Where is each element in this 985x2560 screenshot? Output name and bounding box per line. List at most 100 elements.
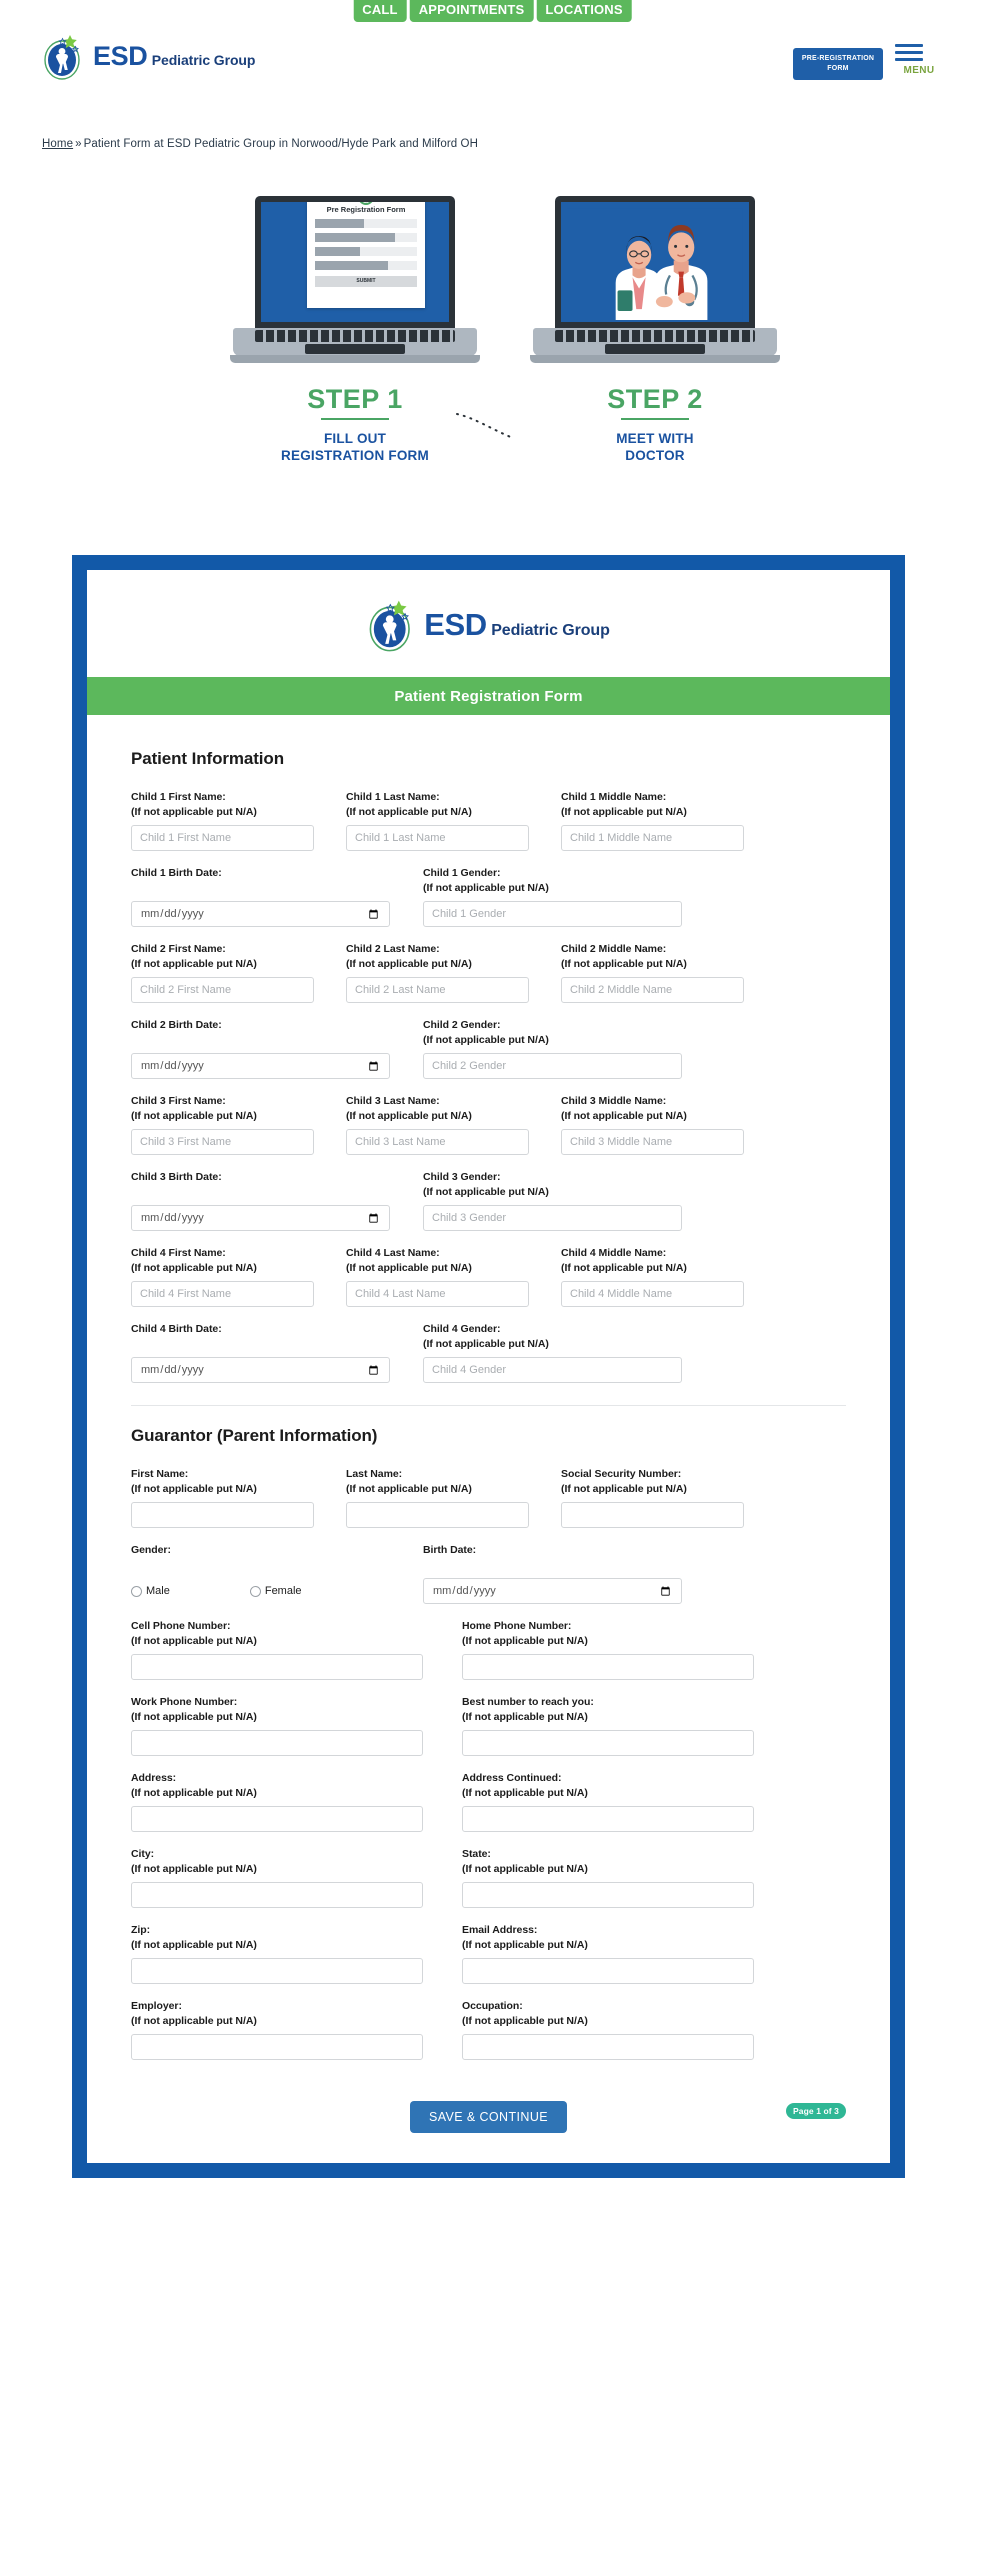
laptop-1-screen: Pre Registration Form SUBMIT: [261, 202, 449, 322]
guarantor-address-continued-label: Address Continued: (If not applicable pu…: [462, 1771, 754, 1800]
child-3-birth-date-input[interactable]: [131, 1205, 390, 1231]
label-text: Address Continued:: [462, 1772, 562, 1784]
site-logo[interactable]: ESD Pediatric Group: [42, 32, 255, 80]
form-brand-tagline: Pediatric Group: [491, 622, 610, 639]
guarantor-occupation-label: Occupation: (If not applicable put N/A): [462, 1999, 754, 2028]
child-1-middle-name-label: Child 1 Middle Name: (If not applicable …: [561, 790, 744, 819]
guarantor-best-number-label: Best number to reach you: (If not applic…: [462, 1695, 754, 1724]
form-card-field: [315, 219, 417, 228]
child-2-birth-date-input[interactable]: [131, 1053, 390, 1079]
label-hint: (If not applicable put N/A): [131, 957, 257, 970]
label-text: City:: [131, 1848, 155, 1860]
child-4-last-name-label: Child 4 Last Name: (If not applicable pu…: [346, 1246, 529, 1275]
label-text: Social Security Number:: [561, 1468, 682, 1480]
guarantor-state-input[interactable]: [462, 1882, 754, 1908]
label-hint: (If not applicable put N/A): [423, 1033, 549, 1046]
guarantor-ssn-input[interactable]: [561, 1502, 744, 1528]
child-2-middle-name-input[interactable]: [561, 977, 744, 1003]
label-hint: (If not applicable put N/A): [561, 805, 687, 818]
steps-illustration: Pre Registration Form SUBMIT STEP 1 FILL…: [0, 182, 985, 542]
guarantor-state-field: State: (If not applicable put N/A): [462, 1847, 754, 1908]
brand-name: ESD: [93, 40, 148, 71]
pre-registration-form-card: Pre Registration Form SUBMIT: [307, 202, 425, 308]
child-3-birth-date-field: Child 3 Birth Date:: [131, 1170, 390, 1231]
laptop-2-keyboard: [555, 330, 755, 342]
guarantor-employer-input[interactable]: [131, 2034, 423, 2060]
child-4-gender-input[interactable]: [423, 1357, 682, 1383]
child-2-first-name-input[interactable]: [131, 977, 314, 1003]
label-text: Child 1 Birth Date:: [131, 867, 222, 879]
site-header: CALL APPOINTMENTS LOCATIONS ESD Pediatri…: [0, 0, 985, 120]
guarantor-address-continued-input[interactable]: [462, 1806, 754, 1832]
child-1-birth-date-input[interactable]: [131, 901, 390, 927]
child-1-gender-input[interactable]: [423, 901, 682, 927]
label-hint: (If not applicable put N/A): [131, 1261, 257, 1274]
child-3-first-name-field: Child 3 First Name: (If not applicable p…: [131, 1094, 314, 1155]
guarantor-cell-phone-label: Cell Phone Number: (If not applicable pu…: [131, 1619, 423, 1648]
child-4-birth-date-input[interactable]: [131, 1357, 390, 1383]
brand-tagline: Pediatric Group: [151, 51, 256, 68]
child-1-last-name-input[interactable]: [346, 825, 529, 851]
child-3-first-name-input[interactable]: [131, 1129, 314, 1155]
label-text: Child 3 Gender:: [423, 1171, 501, 1183]
guarantor-gender-male-option[interactable]: Male: [131, 1585, 170, 1597]
label-text: Child 1 First Name:: [131, 791, 226, 803]
child-3-gender-input[interactable]: [423, 1205, 682, 1231]
guarantor-email-input[interactable]: [462, 1958, 754, 1984]
child-1-middle-name-input[interactable]: [561, 825, 744, 851]
label-text: Child 4 Gender:: [423, 1323, 501, 1335]
step-1: Pre Registration Form SUBMIT STEP 1 FILL…: [205, 182, 505, 464]
guarantor-first-name-input[interactable]: [131, 1502, 314, 1528]
pre-registration-form-button[interactable]: PRE-REGISTRATION FORM: [793, 48, 883, 80]
child-1-last-name-label: Child 1 Last Name: (If not applicable pu…: [346, 790, 529, 819]
guarantor-last-name-input[interactable]: [346, 1502, 529, 1528]
guarantor-birth-date-input[interactable]: [423, 1578, 682, 1604]
guarantor-best-number-input[interactable]: [462, 1730, 754, 1756]
child-2-name-row: Child 2 First Name: (If not applicable p…: [131, 942, 846, 1003]
label-hint: (If not applicable put N/A): [131, 1862, 257, 1875]
label-hint: (If not applicable put N/A): [462, 1786, 588, 1799]
guarantor-city-state-row: City: (If not applicable put N/A) State:…: [131, 1847, 846, 1908]
child-1-first-name-input[interactable]: [131, 825, 314, 851]
guarantor-work-phone-input[interactable]: [131, 1730, 423, 1756]
child-4-last-name-input[interactable]: [346, 1281, 529, 1307]
breadcrumb-home-link[interactable]: Home: [42, 138, 73, 150]
step-1-description: FILL OUT REGISTRATION FORM: [205, 430, 505, 464]
guarantor-heading: Guarantor (Parent Information): [131, 1426, 378, 1445]
guarantor-employer-label: Employer: (If not applicable put N/A): [131, 1999, 423, 2028]
guarantor-email-label: Email Address: (If not applicable put N/…: [462, 1923, 754, 1952]
guarantor-occupation-input[interactable]: [462, 2034, 754, 2060]
radio-circle-icon: [131, 1585, 142, 1597]
label-text: Last Name:: [346, 1468, 403, 1480]
child-2-gender-input[interactable]: [423, 1053, 682, 1079]
appointments-button[interactable]: APPOINTMENTS: [409, 0, 534, 22]
child-4-birth-date-label: Child 4 Birth Date:: [131, 1322, 390, 1351]
guarantor-gender-birth-row: Gender: Male Female Birth Date:: [131, 1543, 846, 1604]
guarantor-address-continued-field: Address Continued: (If not applicable pu…: [462, 1771, 754, 1832]
guarantor-city-input[interactable]: [131, 1882, 423, 1908]
laptop-2-trackpad: [605, 344, 705, 354]
call-button[interactable]: CALL: [353, 0, 407, 22]
label-text: Work Phone Number:: [131, 1696, 238, 1708]
locations-button[interactable]: LOCATIONS: [536, 0, 632, 22]
guarantor-city-label: City: (If not applicable put N/A): [131, 1847, 423, 1876]
child-4-middle-name-input[interactable]: [561, 1281, 744, 1307]
save-and-continue-button[interactable]: SAVE & CONTINUE: [410, 2101, 567, 2133]
guarantor-zip-input[interactable]: [131, 1958, 423, 1984]
child-2-gender-label: Child 2 Gender: (If not applicable put N…: [423, 1018, 682, 1047]
child-4-first-name-input[interactable]: [131, 1281, 314, 1307]
guarantor-gender-female-option[interactable]: Female: [249, 1585, 302, 1597]
child-3-last-name-input[interactable]: [346, 1129, 529, 1155]
label-text: Child 3 Birth Date:: [131, 1171, 222, 1183]
label-hint: (If not applicable put N/A): [561, 1482, 687, 1495]
guarantor-address-input[interactable]: [131, 1806, 423, 1832]
child-3-middle-name-input[interactable]: [561, 1129, 744, 1155]
menu-button[interactable]: MENU: [895, 44, 943, 76]
label-text: Child 1 Middle Name:: [561, 791, 667, 803]
label-text: Gender:: [131, 1544, 171, 1556]
label-text: Occupation:: [462, 2000, 523, 2012]
child-2-last-name-input[interactable]: [346, 977, 529, 1003]
child-2-birth-date-field: Child 2 Birth Date:: [131, 1018, 390, 1079]
guarantor-home-phone-input[interactable]: [462, 1654, 754, 1680]
guarantor-cell-phone-input[interactable]: [131, 1654, 423, 1680]
